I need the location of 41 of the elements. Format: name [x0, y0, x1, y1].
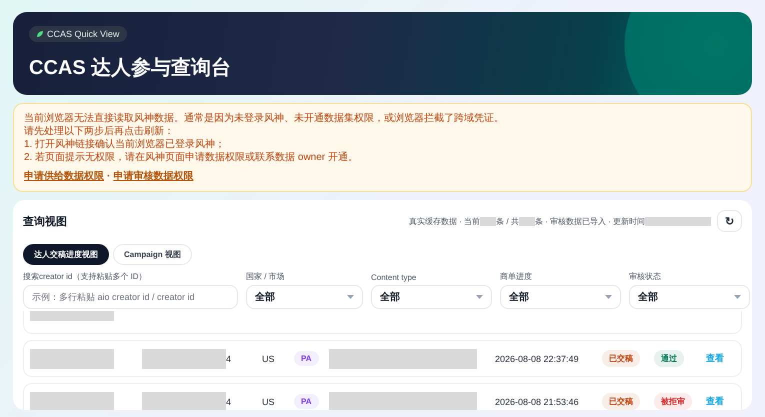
- leaf-icon: [36, 30, 44, 38]
- status-tag: 已交稿: [602, 393, 640, 410]
- table-cell: 4: [226, 396, 232, 406]
- content-type-tag: PA: [294, 394, 319, 409]
- filter-label: 国家 / 市场: [246, 271, 286, 282]
- status-tag: 已交稿: [602, 350, 640, 367]
- notice-text: 2. 若页面提示无权限，请在风神页面申请数据权限或联系数据 owner 开通。: [24, 151, 359, 164]
- filter-dropdown[interactable]: 全部: [246, 285, 363, 309]
- caret-icon: [605, 295, 612, 299]
- filter-label: 审核状态: [629, 271, 662, 282]
- refresh-button[interactable]: ↻: [717, 210, 742, 232]
- filter-dropdown[interactable]: 全部: [500, 285, 621, 309]
- status-tag: 被拒审: [654, 393, 692, 410]
- table-cell-text: US: [262, 354, 276, 364]
- badge-text: CCAS Quick View: [47, 29, 120, 39]
- table-cell: 4: [226, 354, 232, 364]
- filter-dropdown[interactable]: 全部: [371, 285, 492, 309]
- separator: ·: [107, 170, 110, 183]
- search-field[interactable]: 示例：多行粘贴 aio creator id / creator id: [23, 285, 238, 309]
- table-cell-text: US: [262, 396, 276, 406]
- filter-label: 商单进度: [500, 271, 533, 282]
- filter-dropdown[interactable]: 全部: [629, 285, 750, 309]
- notice-text: 当前浏览器无法直接读取风神数据。通常是因为未登录风神、未开通数据集权限，或浏览器拦截了跨域凭证。: [24, 112, 505, 125]
- permission-link[interactable]: 申请审核数据权限: [113, 170, 194, 183]
- permission-link[interactable]: 申请供给数据权限: [24, 170, 104, 183]
- caret-icon: [347, 295, 354, 299]
- data-status-text: 真实缓存数据 · 当前 条 / 共 条 · 审核数据已导入 · 更新时间: [409, 216, 711, 226]
- filter-label: Content type: [371, 273, 418, 282]
- caret-icon: [734, 295, 741, 299]
- panel-title: 查询视图: [23, 214, 67, 228]
- notice-text: 1. 打开风神链接确认当前浏览器已登录风神；: [24, 138, 226, 151]
- status-tag: 通过: [654, 350, 684, 367]
- content-type-tag: PA: [294, 351, 319, 366]
- view-tab[interactable]: 达人交稿进度视图: [23, 244, 109, 265]
- filter-label: 搜索creator id（支持粘贴多个 ID）: [23, 271, 148, 282]
- caret-icon: [476, 295, 483, 299]
- table-cell-text: 2026-08-08 22:37:49: [495, 354, 580, 364]
- page-title: CCAS 达人参与查询台: [29, 56, 232, 81]
- table-cell-text: 2026-08-08 21:53:46: [495, 396, 580, 406]
- view-tab[interactable]: Campaign 视图: [113, 244, 192, 265]
- notice-text: 请先处理以下两步后再点击刷新：: [24, 125, 175, 138]
